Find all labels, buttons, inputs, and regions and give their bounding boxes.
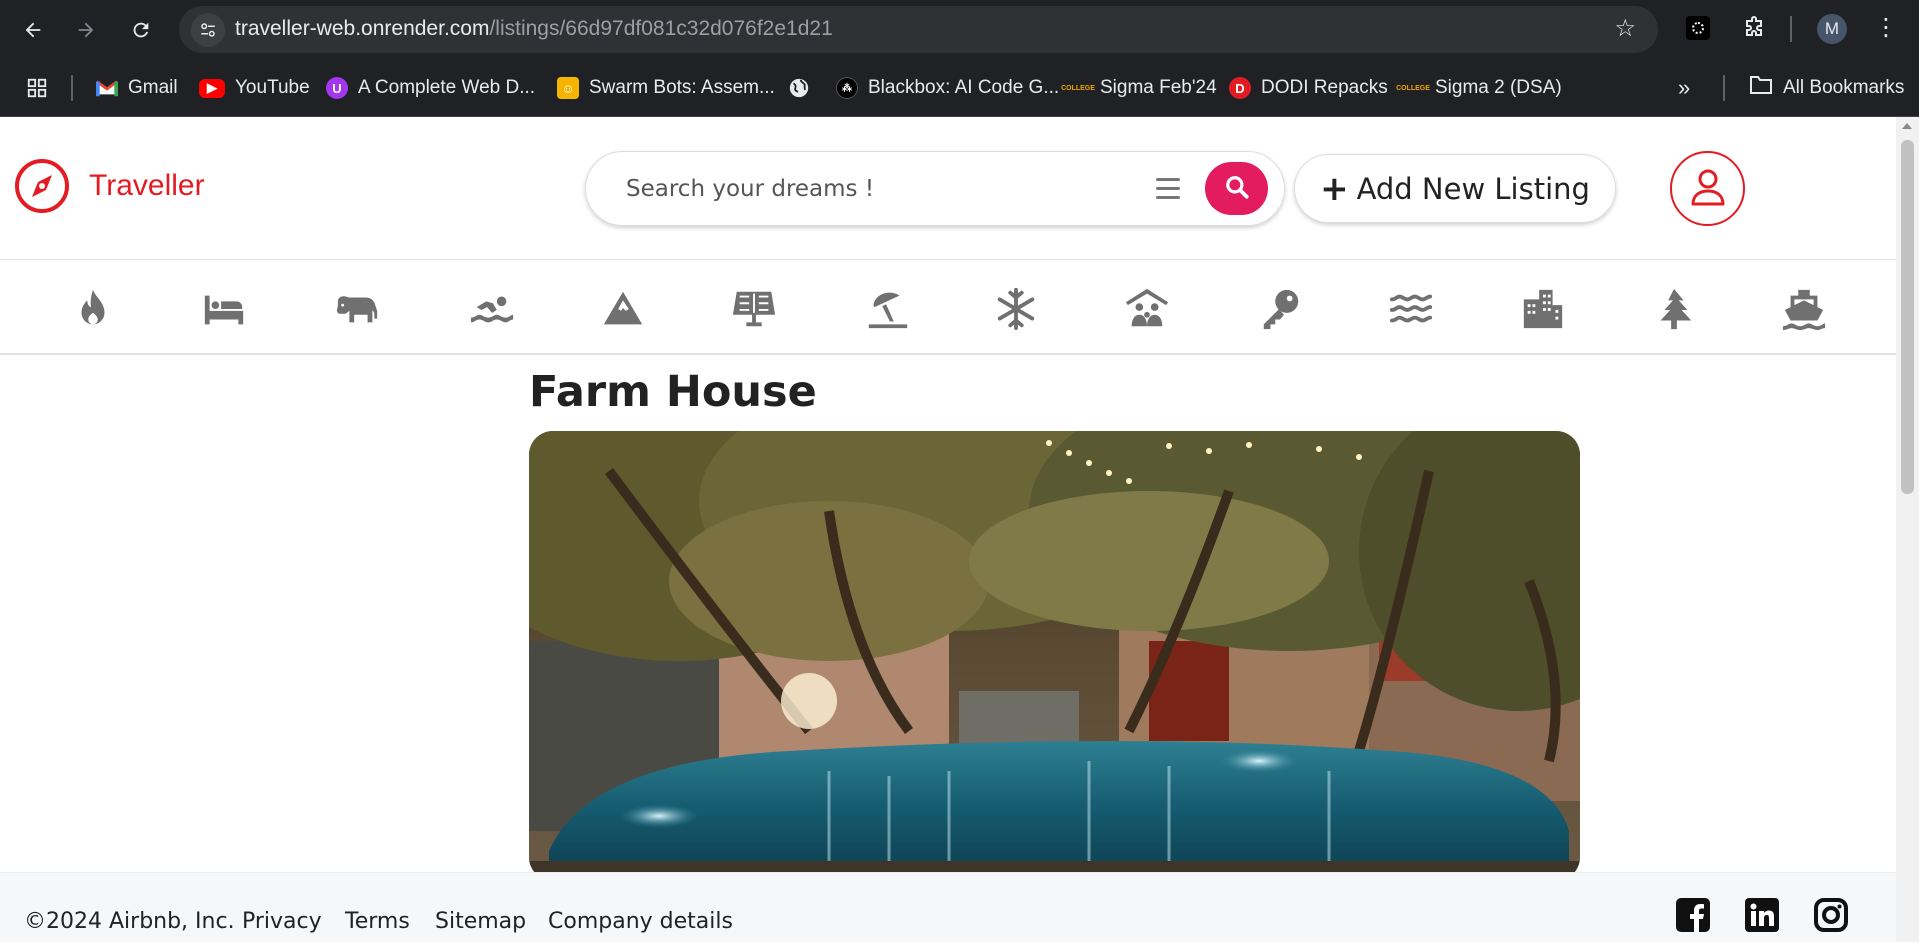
linkedin-icon[interactable] xyxy=(1745,898,1779,932)
umbrella-beach-icon[interactable] xyxy=(862,283,914,335)
footer-link-terms[interactable]: Terms xyxy=(345,909,410,934)
add-listing-label: Add New Listing xyxy=(1356,171,1590,206)
udemy-icon: U xyxy=(326,77,348,99)
brand-name[interactable]: Traveller xyxy=(89,169,205,203)
menu-lines-icon[interactable] xyxy=(1156,178,1180,200)
bookmark-star-icon[interactable]: ☆ xyxy=(1614,14,1636,42)
bookmarks-bar: Gmail ▶ YouTube U A Complete Web D... ☺ … xyxy=(0,60,1919,117)
bookmark-sigma-2[interactable]: COLLEGE Sigma 2 (DSA) xyxy=(1396,72,1562,104)
bookmark-divider xyxy=(1723,75,1725,101)
bookmark-gmail[interactable]: Gmail xyxy=(96,72,178,104)
site-header: Traveller + Add New Listing xyxy=(0,117,1896,260)
bookmark-divider xyxy=(71,75,73,101)
tree-icon[interactable] xyxy=(1648,283,1700,335)
user-icon xyxy=(1686,165,1730,213)
extensions-puzzle-icon[interactable] xyxy=(1740,14,1768,42)
fire-icon[interactable] xyxy=(67,283,119,335)
footer-link-sitemap[interactable]: Sitemap xyxy=(435,909,526,934)
gmail-icon xyxy=(96,77,118,99)
scroll-thumb[interactable] xyxy=(1901,140,1914,494)
compass-icon[interactable] xyxy=(14,158,70,214)
site-footer: ©2024 Airbnb, Inc. Privacy Terms Sitemap… xyxy=(0,872,1896,942)
page-scrollbar[interactable] xyxy=(1896,117,1919,942)
swimmer-icon[interactable] xyxy=(466,283,518,335)
browser-toolbar: traveller-web.onrender.com/listings/66d9… xyxy=(0,0,1919,60)
profile-avatar[interactable]: M xyxy=(1817,14,1847,44)
search-bar xyxy=(585,151,1285,226)
address-bar[interactable]: traveller-web.onrender.com/listings/66d9… xyxy=(179,6,1658,53)
globe-icon xyxy=(788,77,810,99)
apps-grid-icon[interactable] xyxy=(26,72,48,104)
instagram-icon[interactable] xyxy=(1814,898,1848,932)
people-roof-icon[interactable] xyxy=(1121,283,1173,335)
site-info-icon[interactable] xyxy=(191,13,225,47)
scroll-up-arrow-icon[interactable] xyxy=(1902,123,1912,129)
solar-panel-icon[interactable] xyxy=(728,283,780,335)
listing-title: Farm House xyxy=(529,367,817,417)
category-filters xyxy=(0,261,1896,355)
search-icon xyxy=(1224,174,1250,204)
snowflake-icon[interactable] xyxy=(990,283,1042,335)
add-new-listing-button[interactable]: + Add New Listing xyxy=(1294,154,1616,223)
mountain-icon[interactable] xyxy=(597,283,649,335)
youtube-icon: ▶ xyxy=(199,78,225,98)
forward-arrow-icon[interactable] xyxy=(68,12,104,48)
all-bookmarks[interactable]: All Bookmarks xyxy=(1749,72,1904,104)
bookmark-globe[interactable] xyxy=(788,72,810,104)
user-account-button[interactable] xyxy=(1670,151,1745,226)
toolbar-divider xyxy=(1790,16,1792,42)
dodi-icon: D xyxy=(1229,77,1251,99)
listing-image xyxy=(529,431,1580,881)
search-button[interactable] xyxy=(1205,162,1268,215)
bed-icon[interactable] xyxy=(198,283,250,335)
browser-menu-icon[interactable]: ⋮ xyxy=(1874,14,1898,40)
bookmark-blackbox[interactable]: ⁂ Blackbox: AI Code G... xyxy=(836,72,1059,104)
more-bookmarks-chevron-icon[interactable]: » xyxy=(1678,72,1690,104)
search-input[interactable] xyxy=(626,170,1106,208)
footer-link-privacy[interactable]: Privacy xyxy=(242,909,322,934)
page-content: Traveller + Add New Listing xyxy=(0,117,1896,942)
extension-icon[interactable] xyxy=(1684,14,1712,42)
footer-copyright: ©2024 Airbnb, Inc. xyxy=(24,909,235,934)
bookmark-dodi[interactable]: D DODI Repacks xyxy=(1229,72,1388,104)
folder-icon xyxy=(1749,75,1773,101)
key-icon[interactable] xyxy=(1255,283,1307,335)
bookmark-sigma-feb24[interactable]: COLLEGE Sigma Feb'24 xyxy=(1061,72,1217,104)
bookmark-swarm[interactable]: ☺ Swarm Bots: Assem... xyxy=(557,72,775,104)
bookmark-youtube[interactable]: ▶ YouTube xyxy=(199,72,310,104)
url-text: traveller-web.onrender.com/listings/66d9… xyxy=(235,17,833,40)
college-icon: COLLEGE xyxy=(1061,84,1095,92)
water-icon[interactable] xyxy=(1386,283,1438,335)
facebook-icon[interactable] xyxy=(1676,898,1710,932)
bookmark-udemy[interactable]: U A Complete Web D... xyxy=(326,72,535,104)
cow-icon[interactable] xyxy=(332,283,384,335)
back-arrow-icon[interactable] xyxy=(15,12,51,48)
blackbox-icon: ⁂ xyxy=(836,77,858,99)
city-icon[interactable] xyxy=(1517,283,1569,335)
footer-link-company-details[interactable]: Company details xyxy=(548,909,733,934)
ship-icon[interactable] xyxy=(1778,283,1830,335)
swarm-icon: ☺ xyxy=(557,77,579,99)
reload-icon[interactable] xyxy=(123,12,159,48)
plus-icon: + xyxy=(1320,168,1349,209)
college-icon: COLLEGE xyxy=(1396,84,1430,92)
